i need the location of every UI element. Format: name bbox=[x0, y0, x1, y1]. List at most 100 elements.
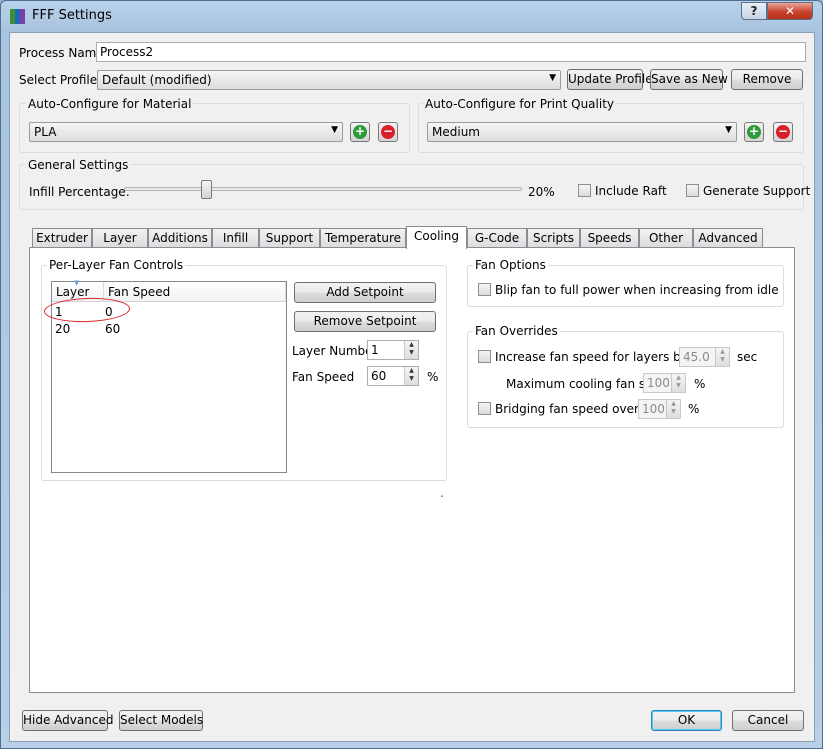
spin-down-icon[interactable]: ▼ bbox=[405, 349, 418, 357]
remove-setpoint-button[interactable]: Remove Setpoint bbox=[294, 311, 436, 332]
select-models-button[interactable]: Select Models bbox=[119, 710, 203, 731]
fff-app-icon bbox=[10, 9, 26, 24]
fan-overrides-title: Fan Overrides bbox=[473, 324, 560, 338]
generate-support-checkbox[interactable] bbox=[686, 184, 699, 197]
chevron-down-icon: ▼ bbox=[549, 73, 556, 83]
plus-circle-icon: + bbox=[747, 124, 761, 139]
hide-advanced-button[interactable]: Hide Advanced bbox=[22, 710, 113, 731]
spin-buttons[interactable]: ▲ ▼ bbox=[671, 374, 685, 392]
general-settings-title: General Settings bbox=[26, 158, 131, 172]
add-setpoint-button[interactable]: Add Setpoint bbox=[294, 282, 436, 303]
update-profile-button[interactable]: Update Profile bbox=[567, 69, 653, 90]
fan-speed-unit: % bbox=[427, 370, 439, 384]
add-quality-button[interactable]: + bbox=[744, 122, 764, 142]
stray-dot: . bbox=[440, 486, 444, 500]
layer-number-spinbox[interactable]: 1 ▲ ▼ bbox=[367, 340, 419, 360]
tab-temperature[interactable]: Temperature bbox=[320, 228, 406, 248]
cooling-tab-panel: Per-Layer Fan Controls Layer ▼ Fan Speed… bbox=[29, 247, 795, 693]
blip-fan-checkbox[interactable] bbox=[478, 283, 491, 296]
fan-speed-cell: 60 bbox=[105, 322, 121, 336]
layer-cell: 20 bbox=[55, 322, 71, 336]
include-raft-label: Include Raft bbox=[595, 184, 667, 198]
minus-circle-icon: − bbox=[776, 124, 790, 139]
spin-buttons[interactable]: ▲ ▼ bbox=[404, 341, 418, 359]
spin-down-icon[interactable]: ▼ bbox=[716, 356, 729, 364]
cancel-button[interactable]: Cancel bbox=[732, 710, 804, 731]
ok-button[interactable]: OK bbox=[651, 710, 722, 731]
tab-speeds[interactable]: Speeds bbox=[580, 228, 639, 248]
infill-slider[interactable] bbox=[124, 179, 522, 201]
process-name-input[interactable]: Process2 bbox=[96, 42, 806, 62]
plus-circle-icon: + bbox=[353, 124, 367, 139]
spin-up-icon[interactable]: ▲ bbox=[405, 341, 418, 349]
increase-fan-speed-label: Increase fan speed for layers below bbox=[495, 350, 709, 364]
infill-slider-thumb[interactable] bbox=[201, 180, 212, 199]
add-material-button[interactable]: + bbox=[350, 122, 370, 142]
bridging-fan-speed-label: Bridging fan speed override bbox=[495, 402, 662, 416]
increase-fan-speed-unit: sec bbox=[737, 350, 758, 364]
spin-buttons[interactable]: ▲ ▼ bbox=[404, 367, 418, 385]
spin-down-icon[interactable]: ▼ bbox=[667, 408, 680, 416]
material-select[interactable]: PLA ▼ bbox=[29, 122, 343, 142]
infill-value: 20% bbox=[528, 185, 555, 199]
spin-up-icon[interactable]: ▲ bbox=[672, 374, 685, 382]
tab-advanced[interactable]: Advanced bbox=[693, 228, 763, 248]
chevron-down-icon: ▼ bbox=[331, 125, 338, 135]
bridging-fan-speed-checkbox[interactable] bbox=[478, 402, 491, 415]
increase-fan-speed-spinbox[interactable]: 45.0 ▲ ▼ bbox=[679, 347, 730, 367]
bridging-fan-speed-unit: % bbox=[688, 402, 700, 416]
tab-cooling[interactable]: Cooling bbox=[406, 226, 467, 249]
window-title: FFF Settings bbox=[32, 8, 112, 23]
material-select-value: PLA bbox=[34, 125, 57, 139]
tab-extruder[interactable]: Extruder bbox=[32, 228, 92, 248]
layer-number-label: Layer Number bbox=[292, 344, 378, 358]
max-cooling-fan-speed-unit: % bbox=[694, 377, 706, 391]
spin-buttons[interactable]: ▲ ▼ bbox=[715, 348, 729, 366]
minus-circle-icon: − bbox=[381, 124, 395, 139]
spin-down-icon[interactable]: ▼ bbox=[672, 382, 685, 390]
increase-fan-speed-checkbox[interactable] bbox=[478, 350, 491, 363]
spin-up-icon[interactable]: ▲ bbox=[405, 367, 418, 375]
spin-up-icon[interactable]: ▲ bbox=[716, 348, 729, 356]
tab-support[interactable]: Support bbox=[259, 228, 320, 248]
tab-layer[interactable]: Layer bbox=[92, 228, 148, 248]
per-layer-fan-controls-title: Per-Layer Fan Controls bbox=[47, 258, 186, 272]
tab-other[interactable]: Other bbox=[639, 228, 693, 248]
tab-infill[interactable]: Infill bbox=[212, 228, 259, 248]
max-cooling-fan-speed-value: 100 bbox=[647, 376, 670, 390]
column-header-layer-label: Layer bbox=[56, 285, 90, 299]
spin-up-icon[interactable]: ▲ bbox=[667, 400, 680, 408]
remove-quality-button[interactable]: − bbox=[773, 122, 793, 142]
spin-down-icon[interactable]: ▼ bbox=[405, 375, 418, 383]
quality-select[interactable]: Medium ▼ bbox=[427, 122, 737, 142]
quality-group-title: Auto-Configure for Print Quality bbox=[423, 97, 616, 111]
remove-profile-button[interactable]: Remove bbox=[731, 69, 803, 90]
profile-select[interactable]: Default (modified) ▼ bbox=[97, 70, 561, 90]
remove-material-button[interactable]: − bbox=[378, 122, 398, 142]
sort-indicator-icon: ▼ bbox=[74, 279, 80, 287]
chevron-down-icon: ▼ bbox=[725, 125, 732, 135]
tab-additions[interactable]: Additions bbox=[148, 228, 212, 248]
fan-speed-spinbox[interactable]: 60 ▲ ▼ bbox=[367, 366, 419, 386]
process-name-label: Process Name: bbox=[19, 46, 108, 60]
tab-scripts[interactable]: Scripts bbox=[527, 228, 580, 248]
close-button[interactable]: ✕ bbox=[767, 2, 813, 20]
help-button[interactable]: ? bbox=[741, 2, 767, 20]
title-bar[interactable]: FFF Settings ? ✕ bbox=[1, 1, 822, 31]
infill-slider-track bbox=[124, 187, 522, 191]
spin-buttons[interactable]: ▲ ▼ bbox=[666, 400, 680, 418]
quality-select-value: Medium bbox=[432, 125, 480, 139]
max-cooling-fan-speed-spinbox[interactable]: 100 ▲ ▼ bbox=[643, 373, 686, 393]
profile-select-value: Default (modified) bbox=[102, 73, 212, 87]
column-header-fan-speed[interactable]: Fan Speed bbox=[104, 282, 286, 302]
layer-number-value: 1 bbox=[371, 343, 379, 357]
bridging-fan-speed-spinbox[interactable]: 100 ▲ ▼ bbox=[638, 399, 681, 419]
dialog-client-area: Process Name: Process2 Select Profile: D… bbox=[9, 32, 815, 742]
tab-g-code[interactable]: G-Code bbox=[467, 228, 527, 248]
fan-options-title: Fan Options bbox=[473, 258, 548, 272]
save-as-new-button[interactable]: Save as New bbox=[650, 69, 728, 90]
fan-speed-label: Fan Speed bbox=[292, 370, 355, 384]
blip-fan-label: Blip fan to full power when increasing f… bbox=[495, 283, 779, 297]
material-group-title: Auto-Configure for Material bbox=[26, 97, 194, 111]
include-raft-checkbox[interactable] bbox=[578, 184, 591, 197]
